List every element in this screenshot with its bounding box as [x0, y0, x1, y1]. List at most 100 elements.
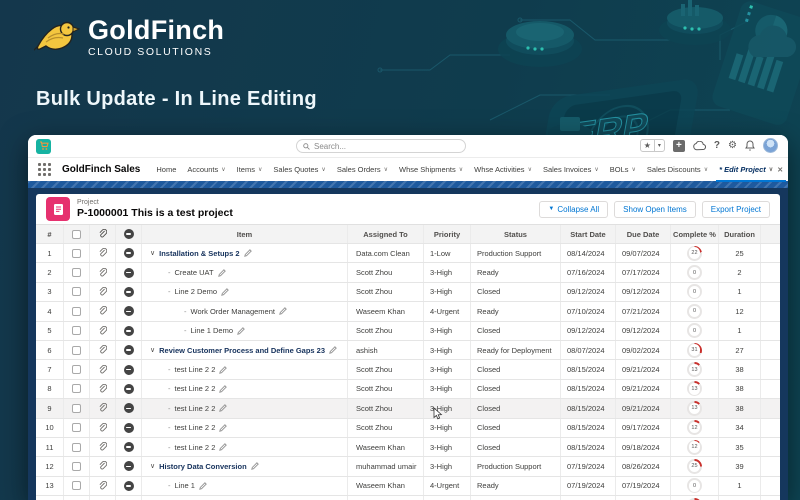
- help-icon[interactable]: ?: [714, 140, 720, 151]
- bell-icon[interactable]: [745, 140, 755, 151]
- chevron-down-icon[interactable]: ∨: [150, 249, 155, 257]
- row-note[interactable]: [116, 437, 142, 457]
- row-attachment[interactable]: [90, 244, 116, 263]
- app-launcher-icon[interactable]: [38, 163, 51, 176]
- nav-tab[interactable]: BOLs ∨: [609, 158, 637, 182]
- row-checkbox[interactable]: [64, 340, 90, 360]
- row-checkbox[interactable]: [64, 321, 90, 340]
- row-note[interactable]: [116, 244, 142, 263]
- row-checkbox[interactable]: [64, 437, 90, 457]
- row-checkbox[interactable]: [64, 418, 90, 437]
- nav-tab[interactable]: Sales Invoices ∨: [542, 158, 600, 182]
- edit-pencil-icon[interactable]: [329, 346, 337, 354]
- cloud-upload-icon[interactable]: [693, 140, 706, 151]
- edit-pencil-icon[interactable]: [237, 326, 245, 335]
- row-note[interactable]: [116, 476, 142, 496]
- row-checkbox[interactable]: [64, 244, 90, 263]
- gear-icon[interactable]: ⚙: [728, 140, 737, 151]
- row-attachment[interactable]: [90, 476, 116, 496]
- item-label: test Line 2 2: [174, 403, 216, 413]
- row-attachment[interactable]: [90, 418, 116, 437]
- row-note[interactable]: [116, 340, 142, 360]
- user-avatar[interactable]: [763, 138, 778, 153]
- nav-tab[interactable]: Accounts ∨: [186, 158, 226, 182]
- global-search-input[interactable]: Search...: [296, 139, 466, 153]
- edit-pencil-icon[interactable]: [217, 268, 226, 277]
- row-note[interactable]: [116, 302, 142, 321]
- chevron-down-icon: ∨: [594, 167, 599, 173]
- row-attachment[interactable]: [90, 360, 116, 379]
- row-note[interactable]: [116, 399, 142, 418]
- status-cell: Closed: [471, 418, 561, 437]
- row-attachment[interactable]: [90, 302, 116, 321]
- nav-tab[interactable]: Sales Quotes ∨: [272, 158, 326, 182]
- edit-pencil-icon[interactable]: [219, 365, 228, 374]
- item-cell: - test Line 2 2: [142, 399, 348, 418]
- nav-tab[interactable]: Items ∨: [236, 158, 264, 182]
- row-checkbox[interactable]: [64, 476, 90, 496]
- row-attachment[interactable]: [90, 321, 116, 340]
- select-all-checkbox[interactable]: [64, 225, 90, 243]
- row-checkbox[interactable]: [64, 399, 90, 418]
- show-open-items-button[interactable]: Show Open Items: [614, 200, 696, 218]
- row-checkbox[interactable]: [64, 282, 90, 302]
- row-attachment[interactable]: [90, 263, 116, 282]
- nav-tab[interactable]: Whse Shipments ∨: [398, 158, 464, 182]
- row-note[interactable]: [116, 360, 142, 379]
- record-type-label: Project: [77, 199, 99, 206]
- edit-pencil-icon[interactable]: [219, 423, 228, 432]
- edit-pencil-icon[interactable]: [219, 404, 228, 413]
- row-attachment[interactable]: [90, 399, 116, 418]
- row-note[interactable]: [116, 418, 142, 437]
- progress-donut: 22: [687, 245, 702, 261]
- edit-pencil-icon[interactable]: [221, 288, 229, 296]
- row-note[interactable]: [116, 496, 142, 500]
- col-header-due: Due Date: [616, 225, 671, 243]
- row-attachment[interactable]: [90, 457, 116, 476]
- item-cell: ∨ Installation & Setups 2: [142, 244, 348, 263]
- table-row: 13 - Line 1 Waseem Khan 4-Urgent Ready 0…: [36, 475, 780, 496]
- edit-pencil-icon[interactable]: [219, 443, 228, 451]
- edit-pencil-icon[interactable]: [243, 249, 252, 258]
- row-note[interactable]: [116, 282, 142, 302]
- row-attachment[interactable]: [90, 496, 116, 500]
- note-icon: [123, 480, 134, 491]
- row-checkbox[interactable]: [64, 360, 90, 379]
- row-checkbox[interactable]: [64, 379, 90, 399]
- row-note[interactable]: [116, 457, 142, 476]
- chevron-down-icon: ∨: [321, 167, 326, 173]
- table-body: 1 ∨ Installation & Setups 2 Data.com Cle…: [36, 243, 780, 500]
- nav-tab[interactable]: Sales Discounts ∨: [646, 158, 709, 182]
- nav-tab[interactable]: Whse Activities ∨: [473, 158, 533, 182]
- edit-pencil-icon[interactable]: [250, 462, 259, 471]
- edit-pencil-icon[interactable]: [199, 482, 207, 490]
- quick-add-button[interactable]: +: [672, 139, 685, 152]
- edit-pencil-icon[interactable]: [219, 385, 228, 393]
- child-dash: -: [168, 442, 171, 452]
- chevron-down-icon[interactable]: ∨: [150, 346, 155, 354]
- row-note[interactable]: [116, 263, 142, 282]
- row-attachment[interactable]: [90, 379, 116, 399]
- favorites-control[interactable]: ★ ▾: [639, 139, 665, 152]
- row-attachment[interactable]: [90, 437, 116, 457]
- mouse-cursor: [433, 407, 443, 420]
- nav-tab[interactable]: Sales Orders ∨: [336, 158, 389, 182]
- chevron-down-icon[interactable]: ∨: [150, 462, 155, 470]
- row-attachment[interactable]: [90, 340, 116, 360]
- item-cell: - Create UAT: [142, 263, 348, 282]
- row-note[interactable]: [116, 321, 142, 340]
- edit-pencil-icon[interactable]: [279, 307, 287, 316]
- export-project-button[interactable]: Export Project: [701, 200, 770, 218]
- row-checkbox[interactable]: [64, 263, 90, 282]
- collapse-all-button[interactable]: ▼ Collapse All: [539, 200, 609, 218]
- nav-tab[interactable]: * Edit Project ∨ ✕: [716, 158, 787, 182]
- row-checkbox[interactable]: [64, 496, 90, 500]
- row-attachment[interactable]: [90, 282, 116, 302]
- table-row: 11 - test Line 2 2 Waseem Khan 3-High Cl…: [36, 436, 780, 457]
- row-checkbox[interactable]: [64, 457, 90, 476]
- row-checkbox[interactable]: [64, 302, 90, 321]
- row-note[interactable]: [116, 379, 142, 399]
- tab-label: * Edit Project: [719, 165, 766, 174]
- tab-close-icon[interactable]: ✕: [777, 166, 783, 174]
- nav-tab[interactable]: Home: [155, 158, 177, 182]
